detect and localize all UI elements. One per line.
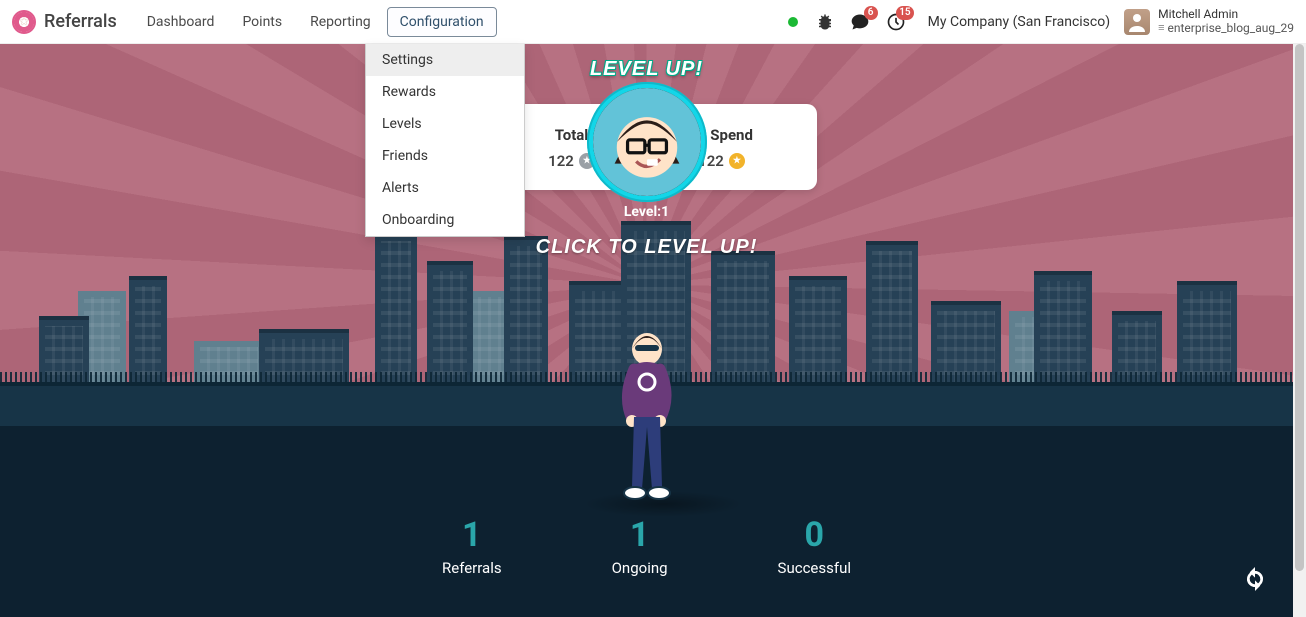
dropdown-friends[interactable]: Friends xyxy=(366,140,524,172)
counter-ongoing: 1 Ongoing xyxy=(612,515,668,577)
company-switcher[interactable]: My Company (San Francisco) xyxy=(928,14,1110,30)
nav-dashboard[interactable]: Dashboard xyxy=(135,8,227,36)
counter-successful-label: Successful xyxy=(778,559,851,577)
star-gold-icon xyxy=(729,153,745,169)
level-text: Level:1 xyxy=(624,204,669,220)
debug-icon[interactable] xyxy=(816,13,834,31)
refresh-button[interactable] xyxy=(1239,563,1271,595)
vertical-scrollbar[interactable] xyxy=(1293,44,1306,617)
avatar-ring[interactable] xyxy=(587,82,707,202)
brand[interactable]: Referrals xyxy=(12,10,117,34)
nav-items: Dashboard Points Reporting Configuration xyxy=(135,7,497,37)
click-levelup-hint[interactable]: Click to level up! xyxy=(536,236,758,259)
activities-badge: 15 xyxy=(896,6,913,20)
activities-icon[interactable]: 15 xyxy=(886,12,906,32)
nav-configuration[interactable]: Configuration xyxy=(387,7,497,37)
configuration-dropdown: Settings Rewards Levels Friends Alerts O… xyxy=(365,44,525,237)
user-avatar-icon xyxy=(1124,9,1150,35)
dashboard-hero: Level up! Total 122 To Spend 122 xyxy=(0,44,1293,617)
counter-ongoing-label: Ongoing xyxy=(612,559,668,577)
messages-icon[interactable]: 6 xyxy=(850,12,870,32)
app-title: Referrals xyxy=(44,11,117,32)
app-logo-icon xyxy=(12,10,36,34)
dropdown-levels[interactable]: Levels xyxy=(366,108,524,140)
counter-referrals-value: 1 xyxy=(442,515,502,555)
avatar-image-icon xyxy=(593,88,701,196)
character-icon xyxy=(612,327,682,507)
counters-row: 1 Referrals 1 Ongoing 0 Successful xyxy=(442,515,851,577)
dropdown-rewards[interactable]: Rewards xyxy=(366,76,524,108)
dropdown-settings[interactable]: Settings xyxy=(366,44,524,76)
counter-successful: 0 Successful xyxy=(778,515,851,577)
dropdown-alerts[interactable]: Alerts xyxy=(366,172,524,204)
scrollbar-thumb[interactable] xyxy=(1295,44,1304,571)
levelup-banner: Level up! xyxy=(590,58,703,81)
counter-referrals-label: Referrals xyxy=(442,559,502,577)
top-navbar: Referrals Dashboard Points Reporting Con… xyxy=(0,0,1306,44)
counter-referrals: 1 Referrals xyxy=(442,515,502,577)
user-text: Mitchell Admin enterprise_blog_aug_29 xyxy=(1158,8,1294,34)
dropdown-onboarding[interactable]: Onboarding xyxy=(366,204,524,236)
total-value: 122 xyxy=(548,152,574,170)
counter-ongoing-value: 1 xyxy=(612,515,668,555)
nav-points[interactable]: Points xyxy=(230,8,294,36)
presence-dot-icon xyxy=(788,17,798,27)
nav-reporting[interactable]: Reporting xyxy=(298,8,383,36)
messages-badge: 6 xyxy=(864,6,878,20)
user-menu[interactable]: Mitchell Admin enterprise_blog_aug_29 xyxy=(1124,8,1294,34)
user-name: Mitchell Admin xyxy=(1158,8,1294,21)
counter-successful-value: 0 xyxy=(778,515,851,555)
db-name: enterprise_blog_aug_29 xyxy=(1158,22,1294,35)
